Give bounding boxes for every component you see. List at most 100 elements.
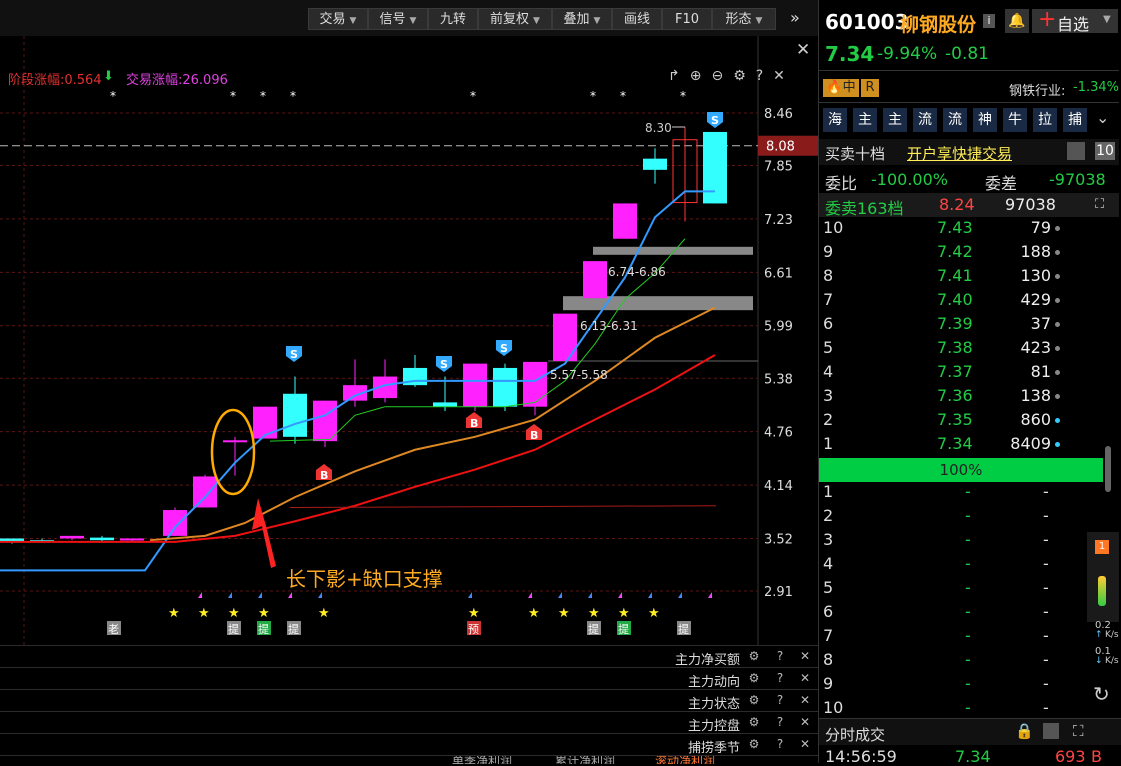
level-number: 9 [823, 242, 834, 261]
bell-icon[interactable]: 🔔 [1005, 9, 1029, 33]
bid-level-row[interactable]: 4 7.37 81 [819, 362, 1109, 386]
close-icon[interactable]: ✕ [797, 736, 813, 752]
gear-icon[interactable]: ⚙ [746, 670, 762, 686]
flow-button[interactable]: 主 [853, 108, 877, 132]
flow-button[interactable]: 捕 [1063, 108, 1087, 132]
toolbar-button-adjust[interactable]: 前复权 ▼ [478, 8, 552, 30]
bid-level-row[interactable]: 8 7.41 130 [819, 266, 1109, 290]
speed-unit: K/s [1105, 656, 1119, 666]
lock-icon[interactable]: 🔒 [1015, 722, 1034, 740]
ask-level-row[interactable]: 5 - - [819, 578, 1109, 602]
level-number: 3 [823, 530, 834, 549]
ask-level-row[interactable]: 9 - - [819, 674, 1109, 698]
kline-chart[interactable]: 8.46 7.85 7.23 6.61 5.99 5.38 4.76 4.14 3.52 2.91… [0, 36, 818, 646]
flow-button[interactable]: 神 [973, 108, 997, 132]
toolbar-button-draw[interactable]: 画线 [612, 8, 662, 30]
gear-icon[interactable]: ⚙ [746, 692, 762, 708]
ask-level-row[interactable]: 8 - - [819, 650, 1109, 674]
level-volume: 79 [1030, 218, 1051, 237]
side-widget[interactable]: 1 [1087, 532, 1119, 622]
toolbar-button-overlay[interactable]: 叠加 ▼ [552, 8, 612, 30]
y-axis-tick-label: 6.61 [764, 266, 793, 281]
chevron-double-down-icon[interactable]: ⌄ [1096, 108, 1109, 127]
close-icon[interactable]: ✕ [797, 648, 813, 664]
add-watchlist-button[interactable]: + 自选 ▼ [1032, 7, 1118, 34]
bid-level-row[interactable]: 2 7.35 860 [819, 410, 1109, 434]
level-price: 7.42 [937, 242, 973, 261]
flow-button[interactable]: 海 [823, 108, 847, 132]
bid-level-row[interactable]: 5 7.38 423 [819, 338, 1109, 362]
flow-button[interactable]: 流 [913, 108, 937, 132]
refresh-icon[interactable]: ↻ [1093, 682, 1110, 706]
toolbar-button-nine-turn[interactable]: 九转 [428, 8, 478, 30]
indicator-row[interactable]: 主力状态 ⚙? ✕ [0, 689, 818, 712]
flag-marker [708, 592, 712, 598]
help-icon[interactable]: ? [772, 670, 788, 686]
menu-icon[interactable] [1043, 723, 1059, 739]
indicator-row[interactable]: 捕捞季节 ⚙? ✕ [0, 733, 818, 756]
bid-level-row[interactable]: 3 7.36 138 [819, 386, 1109, 410]
indicator-row[interactable]: 主力净买额 ⚙? ✕ [0, 645, 818, 668]
toolbar-button-trade[interactable]: 交易 ▼ [308, 8, 368, 30]
close-icon[interactable]: ✕ [797, 692, 813, 708]
kline-svg[interactable]: 8.46 7.85 7.23 6.61 5.99 5.38 4.76 4.14 3.52 2.91… [0, 36, 818, 646]
asterisk-marker: * [470, 89, 476, 103]
ask-level-row[interactable]: 4 - - [819, 554, 1109, 578]
bid-level-row[interactable]: 10 7.43 79 [819, 218, 1109, 242]
tick-time: 14:56:59 [825, 747, 897, 766]
help-icon[interactable]: ? [772, 648, 788, 664]
ask-level-row[interactable]: 7 - - [819, 626, 1109, 650]
toolbar-button-f10[interactable]: F10 [662, 8, 712, 30]
ask-level-row[interactable]: 2 - - [819, 506, 1109, 530]
bid-level-row[interactable]: 6 7.39 37 [819, 314, 1109, 338]
info-icon[interactable]: i [983, 14, 995, 28]
help-icon[interactable]: ? [772, 692, 788, 708]
flow-button[interactable]: 主 [883, 108, 907, 132]
chart-tools-icons[interactable]: ↱⊕⊖⚙?✕ [668, 68, 795, 84]
ask-level-row[interactable]: 3 - - [819, 530, 1109, 554]
ma-line-orange [149, 306, 716, 542]
flow-button[interactable]: 牛 [1003, 108, 1027, 132]
menu-icon[interactable] [1067, 142, 1085, 160]
y-axis-tick-label: 4.14 [764, 479, 793, 494]
indicator-row[interactable]: 主力动向 ⚙? ✕ [0, 667, 818, 690]
toolbar-button-signal[interactable]: 信号 ▼ [368, 8, 428, 30]
y-axis-tick-label: 7.23 [764, 213, 793, 228]
gear-icon[interactable]: ⚙ [746, 714, 762, 730]
ask-level-row[interactable]: 1 - - [819, 482, 1109, 506]
double-chevron-right-icon[interactable]: » [790, 8, 800, 27]
close-icon[interactable]: ✕ [796, 40, 810, 60]
tag-r[interactable]: R [861, 79, 879, 97]
bid-level-row[interactable]: 7 7.40 429 [819, 290, 1109, 314]
indicator-row[interactable]: 主力控盘 ⚙? ✕ [0, 711, 818, 734]
flow-button[interactable]: 流 [943, 108, 967, 132]
flag-marker [648, 592, 652, 598]
level-number: 10 [823, 218, 844, 237]
bid-level-row[interactable]: 9 7.42 188 [819, 242, 1109, 266]
ask-level-row[interactable]: 6 - - [819, 602, 1109, 626]
ten-level-icon[interactable]: 10 [1095, 142, 1115, 160]
level-dot-icon [1055, 274, 1060, 279]
candle-body [523, 361, 547, 407]
level-number: 8 [823, 266, 834, 285]
close-icon[interactable]: ✕ [797, 714, 813, 730]
level-number: 7 [823, 290, 834, 309]
level-volume: - [1043, 554, 1049, 573]
expand-icon[interactable]: ⛶ [1095, 197, 1104, 212]
level-number: 4 [823, 362, 834, 381]
help-icon[interactable]: ? [772, 714, 788, 730]
bid-level-row[interactable]: 1 7.34 8409 [819, 434, 1109, 458]
industry-label[interactable]: 钢铁行业: [1009, 80, 1065, 99]
flow-button[interactable]: 拉 [1033, 108, 1057, 132]
toolbar-button-pattern[interactable]: 形态 ▼ [712, 8, 776, 30]
gear-icon[interactable]: ⚙ [746, 648, 762, 664]
expand-icon[interactable]: ⛶ [1073, 722, 1084, 740]
close-icon[interactable]: ✕ [797, 670, 813, 686]
gear-icon[interactable]: ⚙ [746, 736, 762, 752]
help-icon[interactable]: ? [772, 736, 788, 752]
quick-trade-link[interactable]: 开户享快捷交易 [907, 143, 1012, 164]
industry-change: -1.34% [1073, 80, 1119, 95]
tag-mid[interactable]: 🔥中 [823, 79, 859, 97]
arrow-up-icon: ↑ [1095, 630, 1103, 640]
signal-s-label: S [711, 114, 719, 127]
